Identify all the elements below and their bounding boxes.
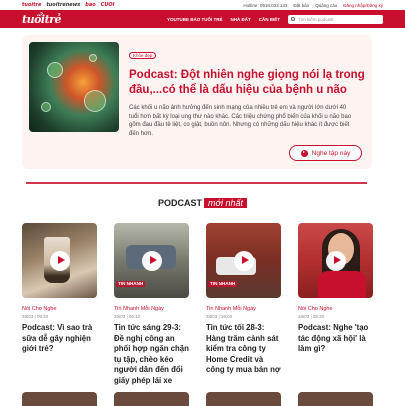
play-icon xyxy=(300,149,308,157)
featured-podcast-card[interactable]: Khỏe đẹp Podcast: Đột nhiên nghe giọng n… xyxy=(22,35,372,169)
podcast-date: 28/03 | 19:00 xyxy=(206,314,233,319)
podcast-thumbnail[interactable] xyxy=(22,223,97,298)
podcast-thumbnail[interactable] xyxy=(22,392,97,406)
podcast-thumbnail[interactable] xyxy=(114,392,189,406)
brand-links: tuoitre tuoitrenews bao CUOI xyxy=(22,2,115,8)
podcast-title[interactable]: Podcast: Vì sao trà sữa dễ gây nghiện gi… xyxy=(22,323,97,355)
podcast-thumbnail[interactable]: TIN NHANH xyxy=(206,223,281,298)
search-icon xyxy=(291,17,295,21)
podcast-category[interactable]: Tin Nhanh Mỗi Ngày xyxy=(114,306,189,312)
hotline-text: Hotline: 0918.033.133 xyxy=(243,2,288,8)
brand-link-cuoi[interactable]: CUOI xyxy=(101,2,115,8)
play-icon[interactable] xyxy=(49,250,70,271)
featured-podcast-body: Khỏe đẹp Podcast: Đột nhiên nghe giọng n… xyxy=(129,42,365,162)
podcast-grid: Nói Cho Nghe 29/03 | 09:30 Podcast: Vì s… xyxy=(22,223,377,386)
featured-podcast-title[interactable]: Podcast: Đột nhiên nghe giọng nói lạ tro… xyxy=(129,68,365,98)
next-row-thumbnails xyxy=(22,392,373,406)
brand-link-bao[interactable]: bao xyxy=(85,2,95,8)
listen-button-label: Nghe tập này xyxy=(311,149,351,157)
search-placeholder: Tìm kiếm podcast xyxy=(298,16,334,22)
podcast-title[interactable]: Tin tức sáng 29-3: Đề nghị công an phối … xyxy=(114,323,189,386)
podcast-thumbnail[interactable] xyxy=(206,392,281,406)
featured-podcast-image[interactable] xyxy=(29,42,119,132)
section-heading: PODCAST mới nhất xyxy=(0,198,405,208)
podcast-card[interactable]: TIN NHANH Tin Nhanh Mỗi Ngày 29/03 | 06:… xyxy=(114,223,189,386)
main-header: tuổitrẻ YOUTUBE BÁO TUỔI TRẺ NHÀ ĐẤT CẦN… xyxy=(0,10,405,28)
podcast-thumbnail[interactable] xyxy=(298,223,373,298)
header-nav: YOUTUBE BÁO TUỔI TRẺ NHÀ ĐẤT CẦN BIẾT Tì… xyxy=(167,14,383,24)
podcast-thumbnail[interactable]: TIN NHANH xyxy=(114,223,189,298)
podcast-date: 29/03 | 09:30 xyxy=(22,314,49,319)
nav-youtube[interactable]: YOUTUBE BÁO TUỔI TRẺ xyxy=(167,17,223,22)
ads-link[interactable]: Quảng cáo xyxy=(315,3,337,8)
podcast-title[interactable]: Podcast: Nghe 'tạo tác động xã hội' là l… xyxy=(298,323,373,355)
brand-link-tuoitrenews[interactable]: tuoitrenews xyxy=(46,2,80,8)
section-title-main: PODCAST xyxy=(158,198,203,208)
search-input[interactable]: Tìm kiếm podcast xyxy=(288,14,383,24)
play-icon[interactable] xyxy=(233,250,254,271)
brand-link-tuoitre[interactable]: tuoitre xyxy=(22,2,41,8)
login-link[interactable]: Đăng nhập/Đăng ký xyxy=(343,3,383,8)
podcast-title[interactable]: Tin tức tối 28-3: Hàng trăm cảnh sát kiể… xyxy=(206,323,281,376)
podcast-category[interactable]: Nói Cho Nghe xyxy=(22,306,97,312)
thumbnail-label: TIN NHANH xyxy=(208,281,238,287)
top-strip: tuoitre tuoitrenews bao CUOI Hotline: 09… xyxy=(0,0,405,10)
podcast-date: 28/03 | 09:30 xyxy=(298,314,325,319)
nav-nha-dat[interactable]: NHÀ ĐẤT xyxy=(231,17,251,22)
podcast-card[interactable]: TIN NHANH Tin Nhanh Mỗi Ngày 28/03 | 19:… xyxy=(206,223,281,386)
podcast-thumbnail[interactable] xyxy=(298,392,373,406)
top-info: Hotline: 0918.033.133 Đặt báo Quảng cáo … xyxy=(243,3,383,8)
category-tag[interactable]: Khỏe đẹp xyxy=(129,52,157,59)
podcast-card[interactable]: Nói Cho Nghe 29/03 | 09:30 Podcast: Vì s… xyxy=(22,223,97,386)
featured-podcast-description: Các khối u não ảnh hưởng đến sinh mạng c… xyxy=(129,105,352,137)
subscribe-link[interactable]: Đặt báo xyxy=(293,3,309,8)
play-icon[interactable] xyxy=(141,250,162,271)
section-divider xyxy=(26,182,367,184)
play-icon[interactable] xyxy=(325,250,346,271)
listen-episode-button[interactable]: Nghe tập này xyxy=(289,145,362,161)
thumbnail-label: TIN NHANH xyxy=(116,281,146,287)
nav-can-biet[interactable]: CẦN BIẾT xyxy=(259,17,280,22)
podcast-category[interactable]: Nói Cho Nghe xyxy=(298,306,373,312)
site-logo[interactable]: tuổitrẻ xyxy=(22,13,61,26)
podcast-category[interactable]: Tin Nhanh Mỗi Ngày xyxy=(206,306,281,312)
podcast-card[interactable]: Nói Cho Nghe 28/03 | 09:30 Podcast: Nghe… xyxy=(298,223,373,386)
podcast-date: 29/03 | 06:12 xyxy=(114,314,141,319)
section-title-highlight: mới nhất xyxy=(204,198,247,208)
